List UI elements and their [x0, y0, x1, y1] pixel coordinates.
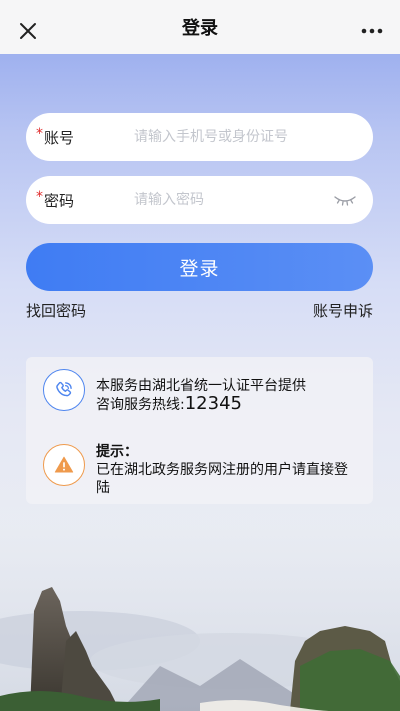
tip-text-line1: 已在湖北政务服务网注册的用户请直接登 [96, 462, 348, 478]
required-mark: * [36, 189, 43, 205]
eye-closed-icon[interactable] [333, 192, 357, 208]
hotline-text: 咨询服务热线:12345 [96, 393, 242, 414]
mountain-scenery-image [0, 491, 400, 711]
hotline-label: 咨询服务热线: [96, 397, 185, 413]
warning-icon [43, 444, 85, 486]
phone-icon [43, 369, 85, 411]
account-appeal-link[interactable]: 账号申诉 [313, 300, 373, 321]
recover-password-link[interactable]: 找回密码 [26, 300, 86, 321]
info-card: 本服务由湖北省统一认证平台提供 咨询服务热线:12345 提示： 已在湖北政务服… [26, 357, 373, 504]
required-mark: * [36, 126, 43, 142]
tip-text-line2: 陆 [96, 480, 110, 496]
service-provider-text: 本服务由湖北省统一认证平台提供 [96, 378, 306, 394]
account-input[interactable] [134, 113, 334, 161]
top-nav-bar: 登录 [0, 0, 400, 55]
page-title: 登录 [182, 18, 218, 39]
account-label: 账号 [44, 129, 75, 147]
hotline-number: 12345 [184, 393, 242, 414]
tip-title: 提示： [96, 444, 138, 460]
password-label: 密码 [44, 192, 75, 210]
password-input[interactable] [134, 176, 334, 224]
account-field: * 账号 [26, 113, 373, 161]
login-button[interactable]: 登录 [26, 243, 373, 291]
password-field: * 密码 [26, 176, 373, 224]
more-icon[interactable] [358, 20, 386, 42]
